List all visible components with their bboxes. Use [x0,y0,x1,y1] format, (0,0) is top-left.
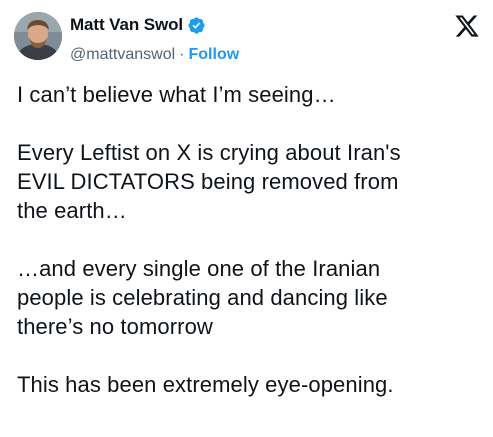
tweet-line: people is celebrating and dancing like [17,285,388,310]
tweet-card: Matt Van Swol @mattvanswol · Follow I ca… [0,0,493,437]
tweet-line: This has been extremely eye-opening. [17,372,394,397]
tweet-line: the earth… [17,198,127,223]
tweet-line: I can’t believe what I’m seeing… [17,82,336,107]
verified-badge-icon [187,16,206,35]
author-handle-row: @mattvanswol · Follow [70,44,239,66]
avatar-photo [14,12,62,60]
tweet-line: …and every single one of the Iranian [17,256,381,281]
author-name-row: Matt Van Swol [70,14,206,36]
avatar[interactable] [14,12,62,60]
author-handle[interactable]: @mattvanswol [70,46,175,64]
tweet-line: EVIL DICTATORS being removed from [17,169,399,194]
tweet-text: I can’t believe what I’m seeing… Every L… [17,80,487,399]
author-display-name[interactable]: Matt Van Swol [70,15,183,35]
tweet-line: Every Leftist on X is crying about Iran'… [17,140,401,165]
follow-button[interactable]: Follow [189,46,240,64]
separator-dot: · [179,46,185,63]
x-logo-icon[interactable] [454,13,480,39]
tweet-line: there’s no tomorrow [17,314,213,339]
